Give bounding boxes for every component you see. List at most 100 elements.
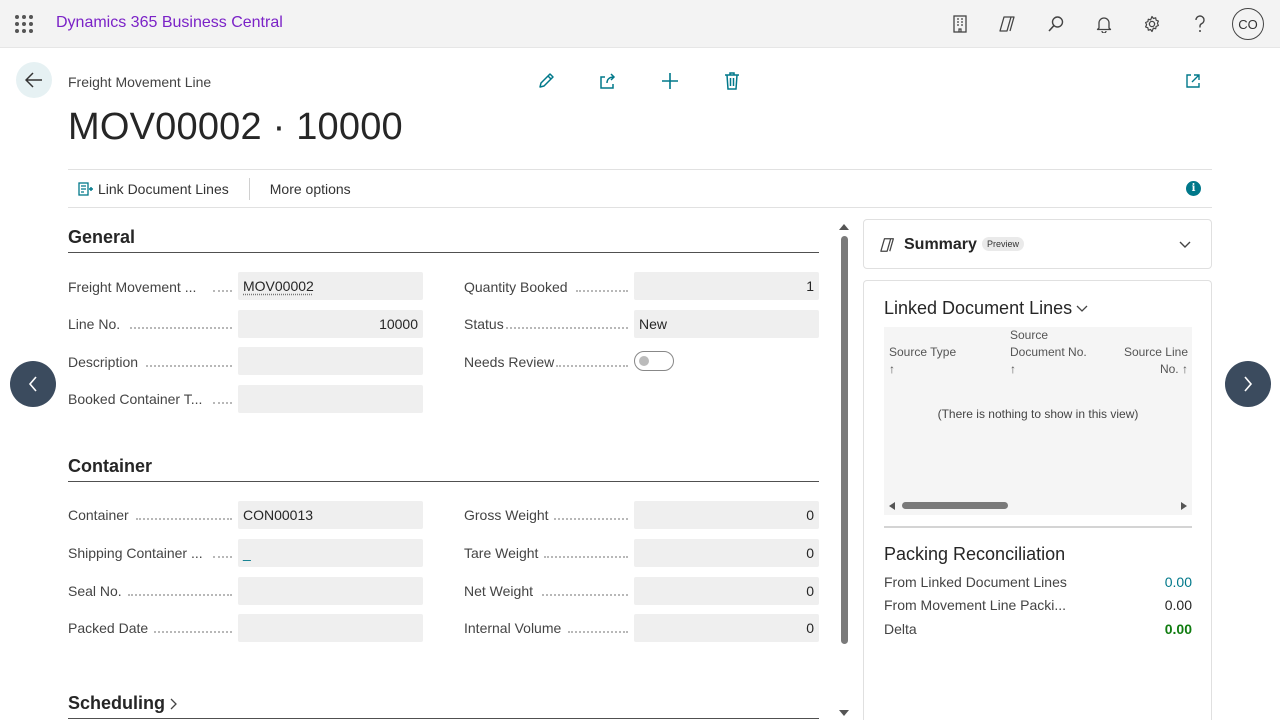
chevron-right-icon — [1244, 376, 1253, 392]
popout-icon — [1186, 74, 1200, 88]
gear-icon[interactable] — [1128, 0, 1176, 48]
section-title-scheduling[interactable]: Scheduling — [68, 693, 179, 714]
field-label: Net Weight — [464, 581, 628, 601]
action-bar: Link Document Lines More options i — [68, 169, 1212, 208]
next-record-button[interactable] — [1225, 361, 1271, 407]
copilot-icon — [880, 238, 894, 252]
field-label: Container — [68, 505, 232, 525]
field-label: Tare Weight — [464, 543, 628, 563]
link-document-lines-button[interactable]: Link Document Lines — [68, 170, 239, 207]
delta-value: 0.00 — [1164, 621, 1192, 637]
page-caption: Freight Movement Line — [68, 74, 212, 90]
from-movement-line-packing-value: 0.00 — [1164, 597, 1192, 613]
field-label: Seal No. — [68, 581, 232, 601]
line-no-field[interactable]: 10000 — [238, 310, 423, 338]
top-bar: Dynamics 365 Business Central CO — [0, 0, 1280, 48]
quantity-booked-field[interactable]: 1 — [634, 272, 819, 300]
avatar: CO — [1232, 8, 1264, 40]
field-label: Shipping Container ... — [68, 543, 232, 563]
back-button[interactable] — [16, 62, 52, 98]
app-launcher-icon[interactable] — [14, 14, 34, 34]
empty-grid-message: (There is nothing to show in this view) — [937, 407, 1139, 421]
company-icon[interactable] — [936, 0, 984, 48]
preview-badge: Preview — [982, 237, 1025, 251]
new-button[interactable] — [654, 64, 686, 98]
seal-no-field[interactable] — [238, 577, 423, 605]
field-label: Booked Container T... — [68, 389, 232, 409]
linked-lines-grid: Source Type ↑ Source Document No. ↑ Sour… — [884, 327, 1192, 515]
field-label: Packed Date — [68, 618, 232, 638]
previous-record-button[interactable] — [10, 361, 56, 407]
reconciliation-row: From Linked Document Lines 0.00 — [884, 572, 1192, 592]
action-separator — [248, 177, 250, 200]
chevron-down-icon[interactable] — [1178, 240, 1192, 250]
plus-icon — [662, 73, 678, 89]
shipping-container-field[interactable]: _ — [238, 539, 423, 567]
scroll-down-icon[interactable] — [838, 708, 850, 718]
edit-button[interactable] — [530, 64, 562, 98]
pencil-icon — [539, 73, 554, 88]
status-field[interactable]: New — [634, 310, 819, 338]
bell-icon[interactable] — [1080, 0, 1128, 48]
column-header-source-document-no[interactable]: Source Document No. ↑ — [1010, 327, 1087, 378]
summary-card[interactable]: Summary Preview — [863, 219, 1212, 269]
field-label: Quantity Booked — [464, 277, 628, 297]
scroll-thumb[interactable] — [841, 236, 848, 644]
chevron-right-icon — [170, 698, 177, 709]
internal-volume-field[interactable]: 0 — [634, 614, 819, 642]
copilot-icon[interactable] — [984, 0, 1032, 48]
section-divider — [68, 718, 819, 719]
column-header-source-line-no[interactable]: Source Line No. ↑ — [1114, 344, 1188, 378]
description-field[interactable] — [238, 347, 423, 375]
field-label: Description — [68, 352, 232, 372]
horizontal-scrollbar[interactable] — [884, 499, 1192, 511]
vertical-scrollbar[interactable] — [838, 222, 850, 718]
trash-icon — [725, 72, 739, 90]
chevron-left-icon — [28, 376, 37, 392]
factbox-divider — [884, 526, 1192, 528]
reconciliation-row: Delta 0.00 — [884, 621, 1192, 637]
header-actions — [530, 64, 778, 98]
info-icon[interactable]: i — [1186, 181, 1201, 196]
scroll-left-icon[interactable] — [888, 501, 896, 511]
reconciliation-row: From Movement Line Packi... 0.00 — [884, 597, 1192, 613]
gross-weight-field[interactable]: 0 — [634, 501, 819, 529]
search-icon[interactable] — [1032, 0, 1080, 48]
top-icons: CO — [936, 0, 1272, 48]
packed-date-field[interactable] — [238, 614, 423, 642]
link-document-lines-label: Link Document Lines — [98, 180, 229, 197]
delete-button[interactable] — [716, 64, 748, 98]
tare-weight-field[interactable]: 0 — [634, 539, 819, 567]
field-label: Internal Volume — [464, 618, 628, 638]
field-label: Needs Review — [464, 352, 628, 372]
open-new-window-button[interactable] — [1180, 68, 1206, 94]
chevron-down-icon — [1076, 305, 1088, 312]
field-label: Line No. — [68, 314, 232, 334]
user-menu-button[interactable]: CO — [1224, 0, 1272, 48]
scroll-right-icon[interactable] — [1180, 501, 1188, 511]
share-button[interactable] — [592, 64, 624, 98]
net-weight-field[interactable]: 0 — [634, 577, 819, 605]
needs-review-toggle[interactable] — [634, 351, 674, 371]
link-lines-icon — [78, 181, 93, 196]
field-label: Gross Weight — [464, 505, 628, 525]
app-title[interactable]: Dynamics 365 Business Central — [56, 14, 283, 32]
linked-document-lines-title[interactable]: Linked Document Lines — [884, 298, 1089, 319]
section-title-general[interactable]: General — [68, 227, 135, 248]
column-header-source-type[interactable]: Source Type ↑ — [889, 344, 956, 378]
booked-container-type-field[interactable] — [238, 385, 423, 413]
from-linked-lines-value[interactable]: 0.00 — [1165, 572, 1192, 592]
field-label: Status — [464, 314, 628, 334]
page-title: MOV00002 · 10000 — [68, 106, 403, 148]
more-options-button[interactable]: More options — [260, 170, 361, 207]
help-icon[interactable] — [1176, 0, 1224, 48]
container-field[interactable]: CON00013 — [238, 501, 423, 529]
freight-movement-no-field[interactable]: MOV00002 — [238, 272, 423, 300]
section-divider — [68, 481, 819, 482]
field-label: Freight Movement ... — [68, 277, 232, 297]
scroll-up-icon[interactable] — [838, 222, 850, 232]
arrow-left-icon — [25, 72, 42, 88]
section-title-container[interactable]: Container — [68, 456, 152, 477]
scroll-thumb[interactable] — [902, 502, 1008, 509]
share-icon — [600, 73, 616, 89]
